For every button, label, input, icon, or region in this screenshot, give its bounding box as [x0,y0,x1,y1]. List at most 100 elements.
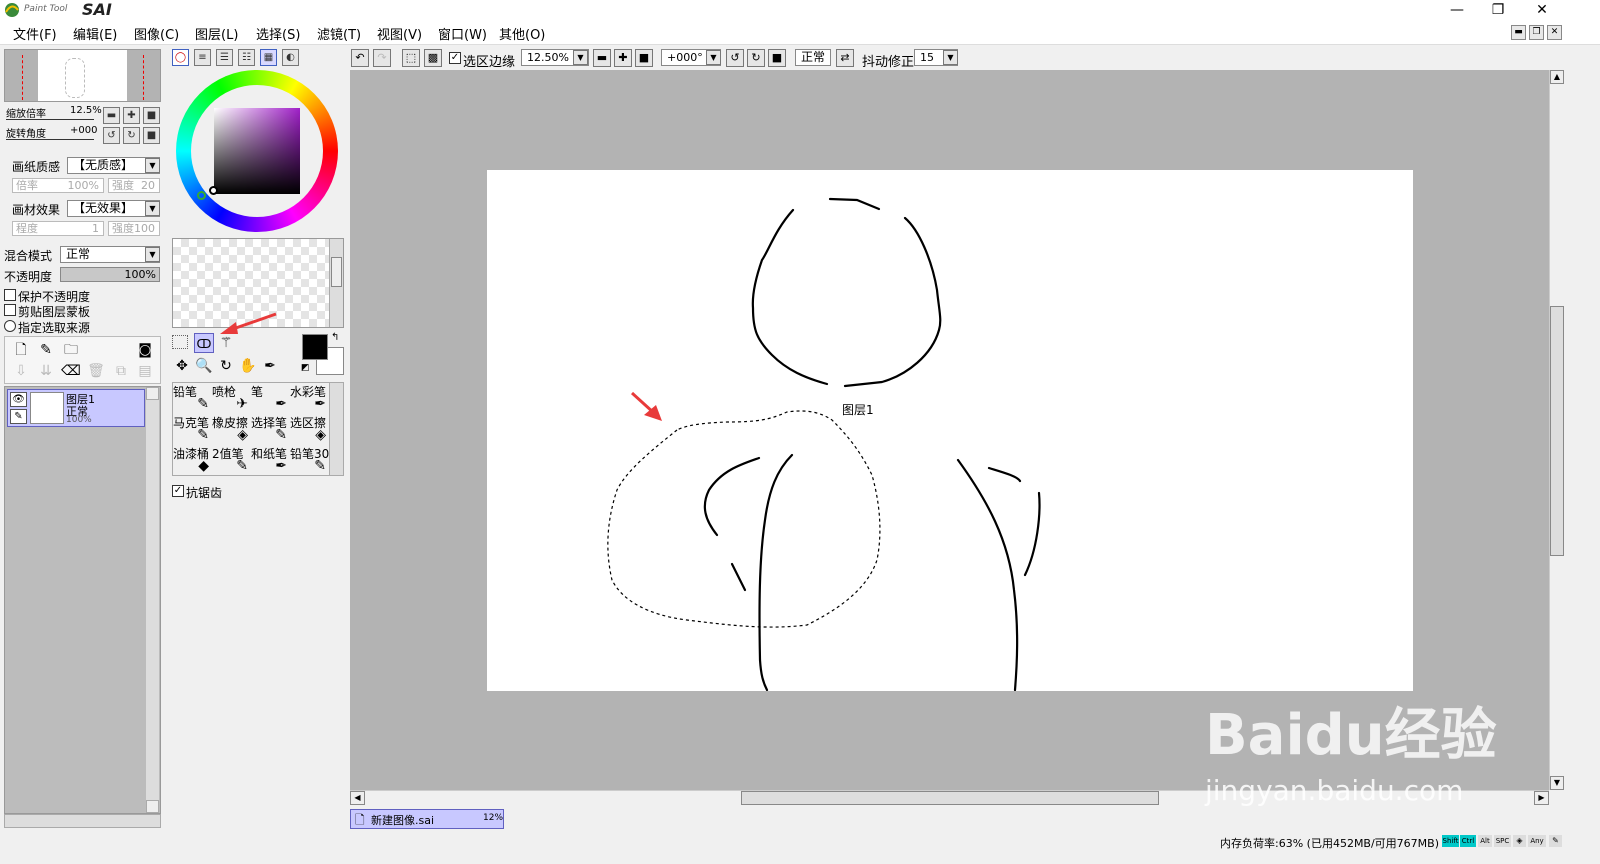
hue-picker-handle[interactable] [197,191,206,200]
rect-select-icon[interactable] [172,335,188,349]
rotate-icon[interactable]: ↻ [216,356,236,376]
brush-pencil30[interactable]: 铅笔30 ✎ [290,445,329,476]
new-layer-icon[interactable]: 🗋 [11,340,31,360]
sv-picker-handle[interactable] [209,186,218,195]
selection-edge-checkbox[interactable]: ✓ [449,52,461,64]
brush-pen[interactable]: 笔 ✒ [251,383,290,414]
zoom-value[interactable]: 12.5% [70,105,102,116]
menu-view[interactable]: 视图(V) [377,24,422,43]
zoom-icon[interactable]: 🔍 [194,356,214,376]
clip-mask-checkbox[interactable] [4,304,16,316]
visibility-eye-icon[interactable]: 👁 [10,392,27,407]
selection-source-radio[interactable] [4,320,16,332]
menu-other[interactable]: 其他(O) [499,24,545,43]
delete-layer-icon[interactable]: 🗑 [86,361,106,381]
zoom-reset-icon[interactable]: ■ [635,49,653,67]
canvas-paper[interactable] [487,170,1413,692]
swatch-scrollbar[interactable] [329,239,343,327]
brush-scrollbar[interactable] [329,383,343,475]
scroll-left-arrow[interactable]: ◀ [350,791,365,805]
swatch-tab-icon[interactable]: ▦ [260,49,277,66]
rotate-value[interactable]: +000 [70,125,97,136]
deselect-icon[interactable]: ⬚ [402,49,420,67]
zoom-in-button[interactable]: ✚ [123,107,140,124]
hand-icon[interactable]: ✋ [238,356,258,376]
flip-icon[interactable]: ⇄ [836,49,854,67]
menu-file[interactable]: 文件(F) [13,24,57,43]
scratchpad-tab-icon[interactable]: ◐ [282,49,299,66]
brush-select-eraser[interactable]: 选区擦 ◈ [290,414,329,445]
scroll-right-arrow[interactable]: ▶ [1534,791,1549,805]
new-linework-layer-icon[interactable]: ✎ [36,340,56,360]
zoom-reset-button[interactable]: ■ [143,107,160,124]
brush-binary[interactable]: 2值笔 ✎ [212,445,251,476]
new-folder-icon[interactable]: 🗀 [61,340,81,360]
brush-washi[interactable]: 和纸笔 ✒ [251,445,290,476]
rotate-left-button[interactable]: ↺ [103,127,120,144]
antialias-checkbox[interactable]: ✓ [172,485,184,497]
document-tab[interactable]: 🗋 新建图像.sai 12% [350,809,504,829]
mix-slider-tab-icon[interactable]: ☷ [238,49,255,66]
redo-icon[interactable]: ↷ [373,49,391,67]
view-blend-dropdown[interactable]: 正常 [795,49,831,66]
sv-square[interactable] [214,108,300,194]
brush-select-pen[interactable]: 选择笔 ✎ [251,414,290,445]
eyedropper-icon[interactable]: ✒ [260,356,280,376]
rgb-slider-tab-icon[interactable]: ≡ [194,49,211,66]
opacity-slider[interactable]: 100% [60,267,160,282]
rotate-ccw-icon[interactable]: ↺ [726,49,744,67]
flatten-icon[interactable]: ▤ [135,361,155,381]
merge-visible-icon[interactable]: ⧉ [111,361,131,381]
protect-opacity-checkbox[interactable] [4,289,16,301]
lasso-icon[interactable]: ↀ [194,333,214,353]
rotate-right-button[interactable]: ↻ [123,127,140,144]
layer-list-hscrollbar[interactable] [4,814,161,828]
chevron-down-icon[interactable]: ▼ [145,201,160,216]
navigator-preview[interactable] [4,49,161,102]
swatch-scroll-thumb[interactable] [331,257,342,287]
scroll-down-arrow[interactable]: ▼ [1550,776,1564,790]
brush-watercolor[interactable]: 水彩笔 ✒ [290,383,329,414]
reset-colors-icon[interactable]: ◩ [301,363,310,373]
scroll-up-arrow[interactable] [146,387,159,400]
scroll-thumb[interactable] [1550,306,1564,556]
foreground-color-swatch[interactable] [302,334,328,360]
layer-mask-icon[interactable]: ◙ [135,340,155,360]
color-wheel[interactable] [176,70,338,232]
menu-layer[interactable]: 图层(L) [195,24,238,43]
rotate-slider[interactable] [6,139,94,140]
zoom-out-button[interactable]: ▬ [103,107,120,124]
close-button[interactable]: ✕ [1522,0,1562,20]
edit-pen-icon[interactable]: ✎ [10,409,27,424]
menu-window[interactable]: 窗口(W) [438,24,487,43]
layer-list-scrollbar[interactable] [146,387,159,813]
mdi-restore-button[interactable]: ❐ [1529,25,1544,40]
mdi-minimize-button[interactable]: ▬ [1511,25,1526,40]
scroll-up-arrow[interactable]: ▲ [1550,70,1564,84]
invert-selection-icon[interactable]: ▩ [424,49,442,67]
clear-layer-icon[interactable]: ⌫ [61,361,81,381]
brush-bucket[interactable]: 油漆桶 ◆ [173,445,212,476]
chevron-down-icon[interactable]: ▼ [145,247,160,262]
zoom-slider[interactable] [6,119,94,120]
rotate-reset-button[interactable]: ■ [143,127,160,144]
canvas-vscrollbar[interactable]: ▲ ▼ [1549,70,1564,790]
minimize-button[interactable]: — [1437,0,1477,20]
color-wheel-tab-icon[interactable]: ◯ [172,49,189,66]
chevron-down-icon[interactable]: ▼ [943,50,958,65]
menu-filter[interactable]: 滤镜(T) [317,24,361,43]
scroll-thumb[interactable] [741,791,1159,805]
brush-eraser[interactable]: 橡皮擦 ◈ [212,414,251,445]
chevron-down-icon[interactable]: ▼ [145,158,160,173]
brush-marker[interactable]: 马克笔 ✎ [173,414,212,445]
menu-image[interactable]: 图像(C) [134,24,179,43]
restore-button[interactable]: ❐ [1478,0,1518,20]
transfer-down-icon[interactable]: ⇩ [11,361,31,381]
layer-row[interactable]: 👁 ✎ 图层1 正常 100% [7,389,145,427]
menu-edit[interactable]: 编辑(E) [73,24,117,43]
brush-airbrush[interactable]: 喷枪 ✈ [212,383,251,414]
undo-icon[interactable]: ↶ [351,49,369,67]
brush-pencil[interactable]: 铅笔 ✎ [173,383,212,414]
chevron-down-icon[interactable]: ▼ [573,50,588,65]
zoom-in-icon[interactable]: ✚ [614,49,632,67]
